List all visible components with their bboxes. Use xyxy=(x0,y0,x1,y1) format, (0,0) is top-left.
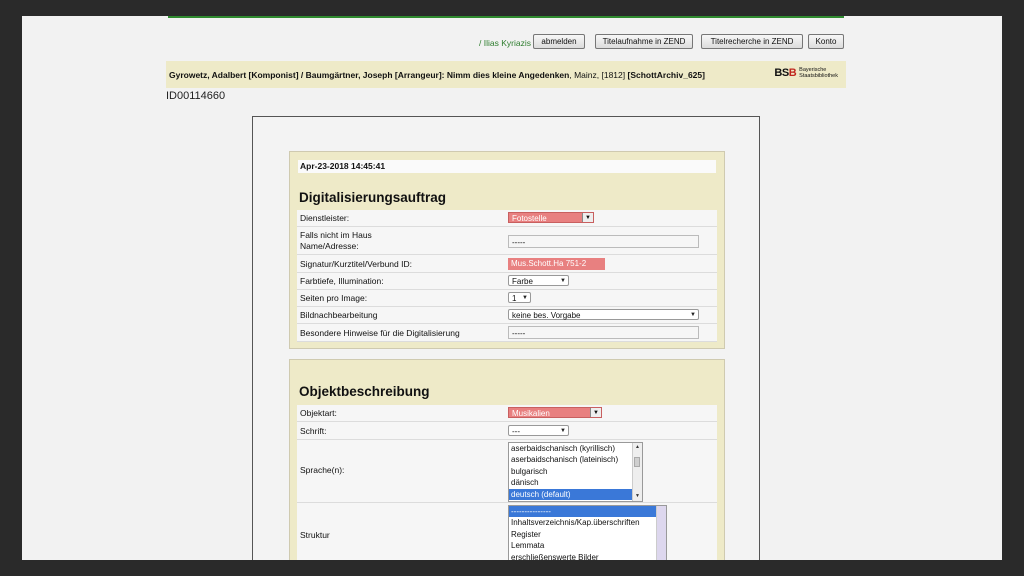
struktur-label: Struktur xyxy=(300,530,330,540)
row-farbtiefe: Farbtiefe, Illumination: Farbe ▼ xyxy=(297,273,717,290)
titelaufnahme-button[interactable]: Titelaufnahme in ZEND xyxy=(595,34,693,49)
page: / Ilias Kyriazis abmelden Titelaufnahme … xyxy=(22,16,1002,560)
seiten-select[interactable]: 1 ▼ xyxy=(508,292,531,303)
sprache-label: Sprache(n): xyxy=(300,465,345,475)
sprache-listbox[interactable]: aserbaidschanisch (kyrillisch) aserbaids… xyxy=(508,442,643,502)
record-title-suffix: [SchottArchiv_625] xyxy=(625,70,705,80)
logout-button[interactable]: abmelden xyxy=(533,34,585,49)
chevron-down-icon: ▼ xyxy=(560,428,566,434)
objektbeschreibung-panel: Objektbeschreibung Objektart: Musikalien… xyxy=(289,359,725,560)
section-heading-auftrag: Digitalisierungsauftrag xyxy=(299,190,447,205)
chevron-down-icon: ▼ xyxy=(582,213,593,222)
scroll-up-icon[interactable]: ▲ xyxy=(633,443,642,452)
chevron-down-icon: ▼ xyxy=(690,312,696,318)
list-item[interactable]: Lemmata xyxy=(509,540,666,551)
list-item[interactable]: Inhaltsverzeichnis/Kap.überschriften xyxy=(509,517,666,528)
bsb-logo-mark-bs: BS xyxy=(774,67,789,79)
objektart-label: Objektart: xyxy=(300,408,337,418)
dienstleister-select[interactable]: Fotostelle ▼ xyxy=(508,212,594,223)
chevron-down-icon: ▼ xyxy=(560,278,566,284)
digitalisierungsauftrag-panel: Apr-23-2018 14:45:41 Digitalisierungsauf… xyxy=(289,151,725,349)
hinweise-label: Besondere Hinweise für die Digitalisieru… xyxy=(300,328,460,338)
farbtiefe-value: Farbe xyxy=(512,277,533,286)
bsb-logo-mark: BSB xyxy=(774,67,796,79)
objektart-value: Musikalien xyxy=(512,409,550,418)
signatur-label: Signatur/Kurztitel/Verbund ID: xyxy=(300,259,412,269)
chevron-down-icon: ▼ xyxy=(590,408,601,417)
top-navigation: / Ilias Kyriazis abmelden Titelaufnahme … xyxy=(22,34,844,50)
row-seiten-pro-image: Seiten pro Image: 1 ▼ xyxy=(297,290,717,307)
record-title-place: , Mainz, [1812] xyxy=(569,70,626,80)
falls-label-line1: Falls nicht im Haus xyxy=(300,230,372,240)
konto-button[interactable]: Konto xyxy=(808,34,844,49)
list-item[interactable]: Register xyxy=(509,529,666,540)
dienstleister-label: Dienstleister: xyxy=(300,213,350,223)
top-accent-line xyxy=(168,16,844,18)
row-falls-nicht-im-haus: Falls nicht im Haus Name/Adresse: ----- xyxy=(297,227,717,255)
objektart-select[interactable]: Musikalien ▼ xyxy=(508,407,602,418)
scroll-thumb[interactable] xyxy=(634,457,640,467)
record-title: Gyrowetz, Adalbert [Komponist] / Baumgär… xyxy=(169,70,705,80)
struktur-scrollbar[interactable] xyxy=(656,506,666,560)
schrift-select[interactable]: --- ▼ xyxy=(508,425,569,436)
schrift-value: --- xyxy=(512,427,520,436)
falls-label: Falls nicht im Haus Name/Adresse: xyxy=(300,230,372,252)
bsb-logo-mark-b: B xyxy=(788,67,797,79)
row-dienstleister: Dienstleister: Fotostelle ▼ xyxy=(297,210,717,227)
bildnachbearbeitung-label: Bildnachbearbeitung xyxy=(300,310,378,320)
sprache-scrollbar[interactable]: ▲ ▼ xyxy=(632,443,642,501)
signatur-input[interactable]: Mus.Schott.Ha 751-2 xyxy=(508,258,605,270)
form-frame: Apr-23-2018 14:45:41 Digitalisierungsauf… xyxy=(252,116,760,560)
list-item[interactable]: --------------- xyxy=(509,506,656,518)
row-signatur: Signatur/Kurztitel/Verbund ID: Mus.Schot… xyxy=(297,255,717,273)
bildnachbearbeitung-select[interactable]: keine bes. Vorgabe ▼ xyxy=(508,309,699,320)
dienstleister-value: Fotostelle xyxy=(512,214,547,223)
row-bildnachbearbeitung: Bildnachbearbeitung keine bes. Vorgabe ▼ xyxy=(297,307,717,324)
hinweise-input[interactable]: ----- xyxy=(508,326,699,339)
list-item[interactable]: aserbaidschanisch (lateinisch) xyxy=(509,454,642,465)
farbtiefe-select[interactable]: Farbe ▼ xyxy=(508,275,569,286)
chevron-down-icon: ▼ xyxy=(522,295,528,301)
list-item[interactable]: erschließenswerte Bilder xyxy=(509,552,666,560)
row-struktur: Struktur --------------- Inhaltsverzeich… xyxy=(297,503,717,560)
seiten-label: Seiten pro Image: xyxy=(300,293,368,303)
section-heading-objekt: Objektbeschreibung xyxy=(299,384,430,399)
row-objektart: Objektart: Musikalien ▼ xyxy=(297,405,717,422)
record-title-bar: Gyrowetz, Adalbert [Komponist] / Baumgär… xyxy=(166,61,846,88)
list-item[interactable]: aserbaidschanisch (kyrillisch) xyxy=(509,443,642,454)
titelrecherche-button[interactable]: Titelrecherche in ZEND xyxy=(701,34,803,49)
row-schrift: Schrift: --- ▼ xyxy=(297,422,717,440)
struktur-listbox[interactable]: --------------- Inhaltsverzeichnis/Kap.ü… xyxy=(508,505,667,560)
row-besondere-hinweise: Besondere Hinweise für die Digitalisieru… xyxy=(297,324,717,342)
seiten-value: 1 xyxy=(512,294,517,303)
scroll-down-icon[interactable]: ▼ xyxy=(633,492,642,501)
row-sprache: Sprache(n): aserbaidschanisch (kyrillisc… xyxy=(297,440,717,503)
farbtiefe-label: Farbtiefe, Illumination: xyxy=(300,276,384,286)
bsb-logo-text: Bayerische Staatsbibliothek xyxy=(799,67,838,79)
bsb-logo-line2: Staatsbibliothek xyxy=(799,73,838,79)
name-address-input[interactable]: ----- xyxy=(508,235,699,248)
list-item[interactable]: deutsch (default) xyxy=(509,488,632,501)
record-title-main: Gyrowetz, Adalbert [Komponist] / Baumgär… xyxy=(169,70,570,80)
record-id: ID00114660 xyxy=(166,90,226,102)
list-item[interactable]: bulgarisch xyxy=(509,466,642,477)
bildnachbearbeitung-value: keine bes. Vorgabe xyxy=(512,311,581,320)
schrift-label: Schrift: xyxy=(300,426,327,436)
bsb-logo: BSB Bayerische Staatsbibliothek xyxy=(774,67,838,79)
user-name: / Ilias Kyriazis xyxy=(479,38,531,48)
list-item[interactable]: dänisch xyxy=(509,477,642,488)
falls-label-line2: Name/Adresse: xyxy=(300,241,359,251)
timestamp: Apr-23-2018 14:45:41 xyxy=(298,160,716,173)
